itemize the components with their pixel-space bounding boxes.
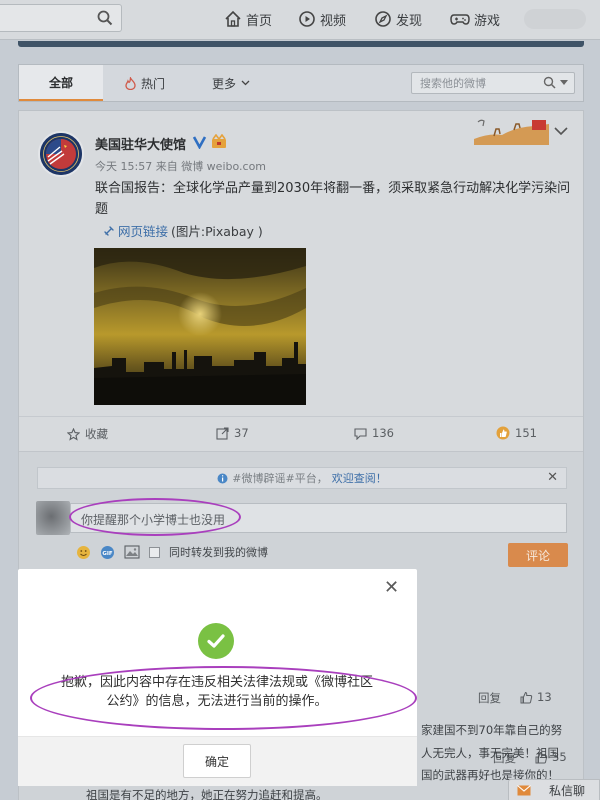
web-link-label[interactable]: 网页链接 bbox=[118, 221, 168, 240]
favorite-button[interactable]: 收藏 bbox=[67, 426, 108, 442]
link-icon bbox=[104, 225, 114, 236]
alert-dialog: ✕ 抱歉，因此内容中存在违反相关法律法规或《微博社区公约》的信息，无法进行当前的… bbox=[18, 569, 417, 786]
member-badge-icon[interactable] bbox=[211, 133, 229, 152]
tab-hot-label: 热门 bbox=[141, 76, 166, 91]
embassy-seal-icon bbox=[40, 133, 82, 175]
rumor-notice-link[interactable]: 欢迎查阅！ bbox=[332, 470, 387, 486]
verified-badge-icon bbox=[192, 134, 207, 152]
image-icon[interactable] bbox=[124, 545, 140, 559]
reply-label: 回复 bbox=[478, 691, 501, 705]
comment-like-count: 13 bbox=[537, 690, 552, 704]
chevron-down-icon bbox=[241, 80, 250, 86]
comment-icon bbox=[354, 427, 367, 440]
search-icon[interactable] bbox=[97, 10, 113, 29]
dialog-footer: 确定 bbox=[18, 736, 417, 786]
nav-discover-label: 发现 bbox=[396, 13, 423, 29]
blurred-user-area bbox=[524, 9, 586, 29]
search-icon[interactable] bbox=[543, 76, 556, 89]
web-link[interactable]: 网页链接 (图片:Pixabay ) bbox=[103, 221, 263, 240]
like-button[interactable]: 151 bbox=[496, 426, 537, 440]
svg-text:GIF: GIF bbox=[102, 551, 113, 557]
comment-like-button[interactable]: 13 bbox=[520, 690, 552, 704]
dialog-close-icon[interactable]: ✕ bbox=[384, 577, 399, 598]
tab-more[interactable]: 更多 bbox=[212, 65, 250, 101]
comment-text: 祖国是有不足的地方，她正在努力追赶和提高。 bbox=[86, 788, 328, 800]
global-search-box[interactable] bbox=[0, 4, 122, 32]
sync-repost-label: 同时转发到我的微博 bbox=[169, 546, 268, 559]
nav-video-label: 视频 bbox=[320, 13, 347, 29]
comment-text: 人无完人，事无完美！祖国 bbox=[421, 746, 559, 760]
post-author-name[interactable]: 美国驻华大使馆 bbox=[95, 134, 186, 153]
comment-button[interactable]: 136 bbox=[354, 426, 394, 440]
comment-text: 家建国不到70年靠自己的努 bbox=[421, 723, 563, 737]
thumbs-up-outline-icon bbox=[520, 691, 533, 703]
top-navigation: 首页 视频 发现 游戏 bbox=[0, 0, 600, 40]
nav-video[interactable]: 视频 bbox=[298, 8, 346, 30]
comment-count: 136 bbox=[372, 426, 394, 440]
nav-home-label: 首页 bbox=[246, 13, 273, 29]
nav-home[interactable]: 首页 bbox=[224, 8, 272, 30]
nav-game-label: 游戏 bbox=[474, 13, 501, 29]
favorite-label: 收藏 bbox=[85, 427, 108, 441]
discover-icon bbox=[375, 11, 391, 27]
annotation-ellipse bbox=[30, 666, 417, 730]
direct-message-label: 私信聊 bbox=[549, 783, 586, 798]
comment-tools: GIF 同时转发到我的微博 bbox=[76, 544, 268, 560]
profile-cover-strip bbox=[18, 41, 584, 47]
tab-all-label: 全部 bbox=[48, 75, 73, 90]
commenter-avatar[interactable] bbox=[36, 501, 70, 535]
tab-more-label: 更多 bbox=[212, 76, 237, 91]
like-count: 151 bbox=[515, 426, 537, 440]
gif-icon[interactable]: GIF bbox=[100, 545, 115, 560]
thumbs-up-icon bbox=[496, 426, 510, 440]
repost-count: 37 bbox=[234, 426, 249, 440]
dropdown-arrow-icon[interactable] bbox=[560, 80, 568, 85]
post-action-bar: 收藏 37 136 151 bbox=[19, 416, 583, 450]
game-icon bbox=[450, 14, 470, 25]
comment-reply-button[interactable]: 回复 bbox=[478, 690, 501, 706]
tab-hot[interactable]: 热门 bbox=[125, 65, 165, 101]
star-icon bbox=[67, 427, 80, 441]
nav-discover[interactable]: 发现 bbox=[374, 8, 422, 30]
info-icon bbox=[217, 473, 228, 483]
feed-tab-bar: 全部 热门 更多 搜索他的微博 bbox=[18, 64, 584, 102]
nav-game[interactable]: 游戏 bbox=[450, 8, 500, 30]
tab-all[interactable]: 全部 bbox=[19, 65, 103, 101]
repost-icon bbox=[216, 426, 229, 440]
video-icon bbox=[299, 11, 315, 27]
mail-icon bbox=[517, 784, 531, 795]
repost-button[interactable]: 37 bbox=[216, 426, 249, 440]
post-meta: 今天 15:57 来自 微博 weibo.com bbox=[95, 160, 267, 173]
checkmark-icon bbox=[198, 623, 234, 659]
direct-message-box[interactable]: 私信聊 bbox=[508, 779, 600, 800]
sync-repost-checkbox[interactable] bbox=[149, 546, 160, 558]
search-feed-placeholder: 搜索他的微博 bbox=[420, 77, 486, 90]
post-text: 联合国报告：全球化学品产量到2030年将翻一番，须采取紧急行动解决化学污染问题 bbox=[95, 181, 571, 217]
flame-icon bbox=[125, 76, 136, 90]
image-credit: (图片:Pixabay ) bbox=[171, 224, 263, 239]
rumor-notice-text: #微博辟谣#平台， bbox=[232, 472, 328, 485]
search-feed-input[interactable]: 搜索他的微博 bbox=[411, 72, 575, 94]
close-icon[interactable]: ✕ bbox=[547, 470, 558, 485]
annotation-ellipse bbox=[69, 498, 241, 536]
emoji-icon[interactable] bbox=[76, 545, 91, 560]
rumor-notice: #微博辟谣#平台， 欢迎查阅！ ✕ bbox=[37, 467, 567, 489]
post-menu-chevron-icon[interactable] bbox=[554, 125, 568, 139]
submit-comment-button[interactable]: 评论 bbox=[508, 543, 568, 567]
home-icon bbox=[225, 10, 241, 27]
great-wall-banner-icon bbox=[474, 117, 549, 145]
post-image[interactable] bbox=[94, 248, 306, 405]
confirm-button[interactable]: 确定 bbox=[183, 744, 251, 778]
avatar[interactable] bbox=[38, 131, 84, 177]
